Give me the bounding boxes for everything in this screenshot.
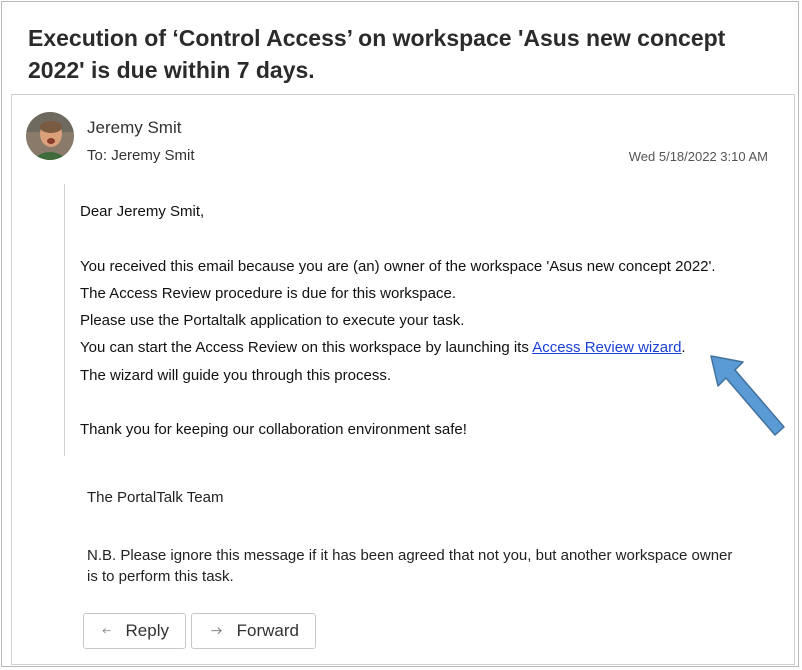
- reply-arrow-icon: [102, 628, 111, 634]
- forward-arrow-icon: [211, 627, 222, 635]
- message-body: Dear Jeremy Smit, You received this emai…: [80, 198, 780, 444]
- body-line: The wizard will guide you through this p…: [80, 366, 391, 384]
- recipient-label: To:: [87, 147, 108, 164]
- body-line: The Access Review procedure is due for t…: [80, 284, 457, 302]
- sender-name[interactable]: Jeremy Smit: [87, 118, 181, 138]
- body-line: Please use the Portaltalk application to…: [80, 312, 465, 330]
- access-review-wizard-link[interactable]: Access Review wizard: [532, 339, 681, 356]
- email-subject: Execution of ‘Control Access’ on workspa…: [28, 25, 726, 83]
- signature: The PortalTalk Team: [87, 489, 224, 506]
- pointer-arrow-icon: [710, 355, 785, 436]
- sender-avatar[interactable]: [26, 112, 74, 160]
- person-avatar-icon: [26, 112, 74, 160]
- body-line: You can start the Access Review on this …: [80, 334, 780, 361]
- reply-button[interactable]: Reply: [83, 613, 186, 649]
- body-line: You received this email because you are …: [80, 257, 716, 275]
- body-line-prefix: You can start the Access Review on this …: [80, 339, 533, 357]
- forward-button-label: Forward: [236, 621, 299, 640]
- reply-button-label: Reply: [125, 621, 169, 640]
- footnote: N.B. Please ignore this message if it ha…: [87, 547, 733, 585]
- forward-button[interactable]: Forward: [191, 613, 316, 649]
- closing-line: Thank you for keeping our collaboration …: [80, 421, 467, 439]
- recipient-line: To: Jeremy Smit: [87, 147, 195, 164]
- greeting: Dear Jeremy Smit,: [80, 203, 205, 220]
- sent-date: Wed 5/18/2022 3:10 AM: [628, 149, 768, 164]
- body-line-suffix: .: [681, 339, 686, 357]
- quote-bar: [64, 184, 65, 456]
- recipient-name[interactable]: Jeremy Smit: [111, 147, 194, 164]
